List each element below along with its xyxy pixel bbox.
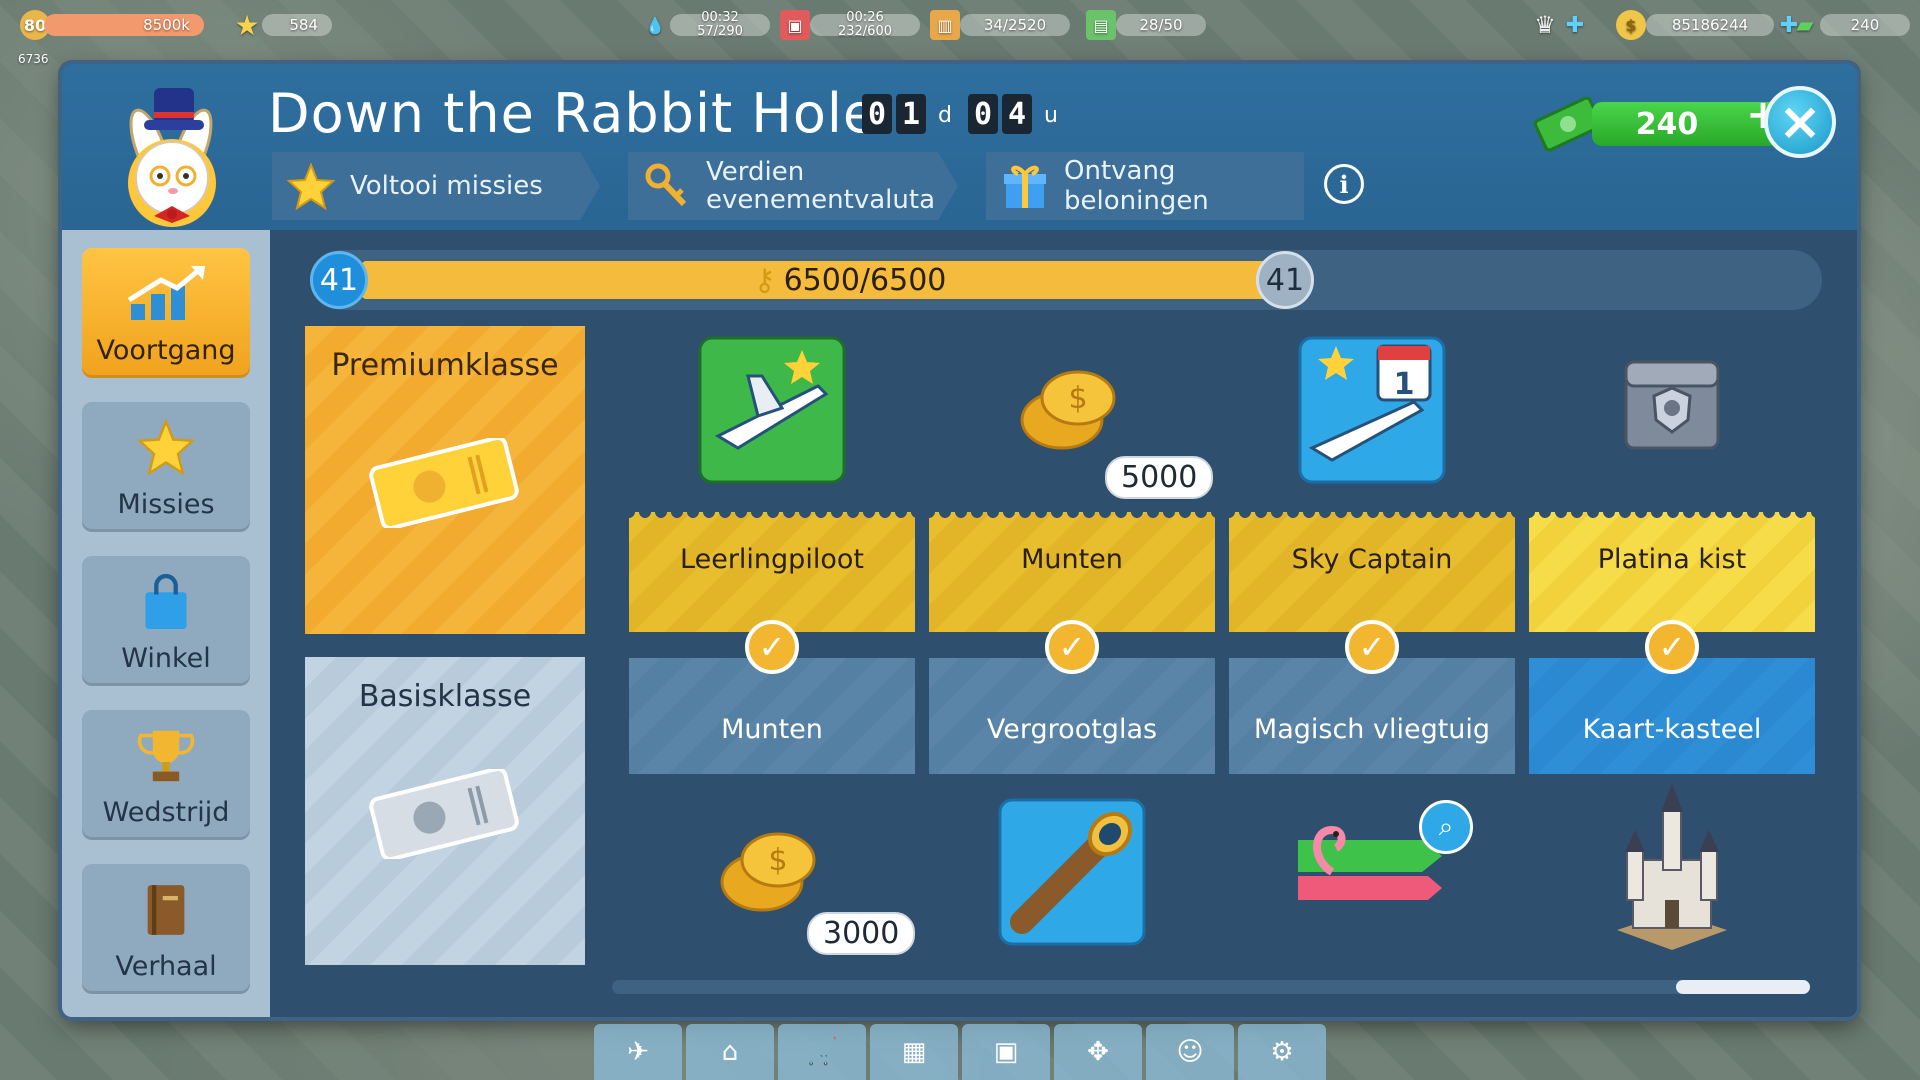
timer-days-unit: d [938,103,952,128]
shopping-bag-icon [145,573,187,629]
timer-digit: 4 [1001,94,1032,134]
plus-icon[interactable]: ✚ [1560,10,1590,40]
xp-bar: 8500k [44,14,204,36]
cargo-counter: 00:26 232/600 [810,11,920,39]
cargo-icon: ▣ [780,10,810,40]
step-earn-currency: Verdien evenementvaluta [628,152,958,220]
gift-icon [1004,165,1046,208]
crate-icon[interactable]: ▦ [870,1024,958,1080]
settings-gear-icon[interactable]: ⚙ [1238,1024,1326,1080]
sidebar-item-verhaal[interactable]: Verhaal [82,864,250,994]
population-label: 6736 [18,52,49,66]
timer-digit: 1 [896,94,926,134]
timer-digit: 0 [967,94,998,134]
hud-cash[interactable]: ▰ 240 [1790,10,1910,40]
sidebar-item-winkel[interactable]: Winkel [82,556,250,686]
cash-icon: ▰ [1796,12,1814,38]
crown-icon: ♛ [1534,11,1556,39]
shopping-cart-icon[interactable]: 🛒 [778,1024,866,1080]
hud-cargo[interactable]: ▣ 00:26 232/600 [780,10,920,40]
hud-fuel[interactable]: 💧 00:32 57/290 [640,10,770,40]
event-panel: Down the Rabbit Hole 0 1 d 0 4 u Voltooi… [62,64,1857,1017]
sidebar: Voortgang Missies Winkel Wedstrijd Verha… [62,230,270,1017]
event-timer: 0 1 d 0 4 u [862,94,1070,134]
sidebar-item-voortgang[interactable]: Voortgang [82,248,250,378]
star-icon [286,162,336,211]
hud-crew[interactable]: ▤ 28/50 [1086,10,1206,40]
close-button[interactable]: × [1764,86,1836,158]
key-icon [645,163,687,207]
book-icon [147,885,185,935]
hud-stars[interactable]: ★ 584 [232,8,332,42]
step-complete-missions: Voltooi missies [272,152,600,220]
hud-level[interactable]: 80 8500k [20,10,204,40]
timer-digit: 0 [862,94,892,134]
stars-counter: 584 [262,14,332,36]
globe-plane-icon[interactable]: ✈ [594,1024,682,1080]
fuel-drop-icon: 💧 [645,15,665,35]
bottom-toolbar: ✈ ⌂ 🛒 ▦ ▣ ✥ ☺ ⚙ [594,1024,1326,1080]
crew-backpack-icon: ▤ [1086,10,1116,40]
hangar-icon[interactable]: ⌂ [686,1024,774,1080]
sidebar-item-missies[interactable]: Missies [82,402,250,532]
trophy-icon [137,730,195,782]
event-title: Down the Rabbit Hole [268,82,878,145]
timer-hours-unit: u [1043,103,1058,128]
luggage-icon: ▥ [930,10,960,40]
white-rabbit-mascot-icon [128,88,216,227]
step-receive-rewards: Ontvang beloningen [986,152,1304,220]
hud-passengers[interactable]: ▥ 34/2520 [930,10,1070,40]
coin-icon: $ [1616,10,1646,40]
sidebar-item-wedstrijd[interactable]: Wedstrijd [82,710,250,840]
event-cash[interactable]: 240 + [1532,94,1792,152]
star-icon [136,418,196,476]
event-header: Down the Rabbit Hole 0 1 d 0 4 u Voltooi… [62,64,1857,230]
treasure-chest-icon[interactable]: ▣ [962,1024,1050,1080]
star-icon: ★ [234,8,260,42]
crew-counter: 28/50 [1116,14,1206,36]
cash-counter: 240 [1820,14,1910,36]
hud-coins[interactable]: $ 85186244 ✚ [1616,10,1804,40]
progress-chart-icon [127,266,205,320]
friends-icon[interactable]: ☺ [1146,1024,1234,1080]
fuel-counter: 00:32 57/290 [670,11,770,39]
top-hud: 80 8500k ★ 584 💧 00:32 57/290 ▣ 00:26 232/… [0,0,1920,66]
hud-crown[interactable]: ♛ ✚ [1530,10,1590,40]
info-button[interactable]: i [1324,164,1364,204]
passengers-counter: 34/2520 [960,14,1070,36]
move-arrows-icon[interactable]: ✥ [1054,1024,1142,1080]
event-steps: Voltooi missies Verdien evenementvaluta … [272,152,1304,220]
coins-counter: 85186244 [1646,14,1774,36]
